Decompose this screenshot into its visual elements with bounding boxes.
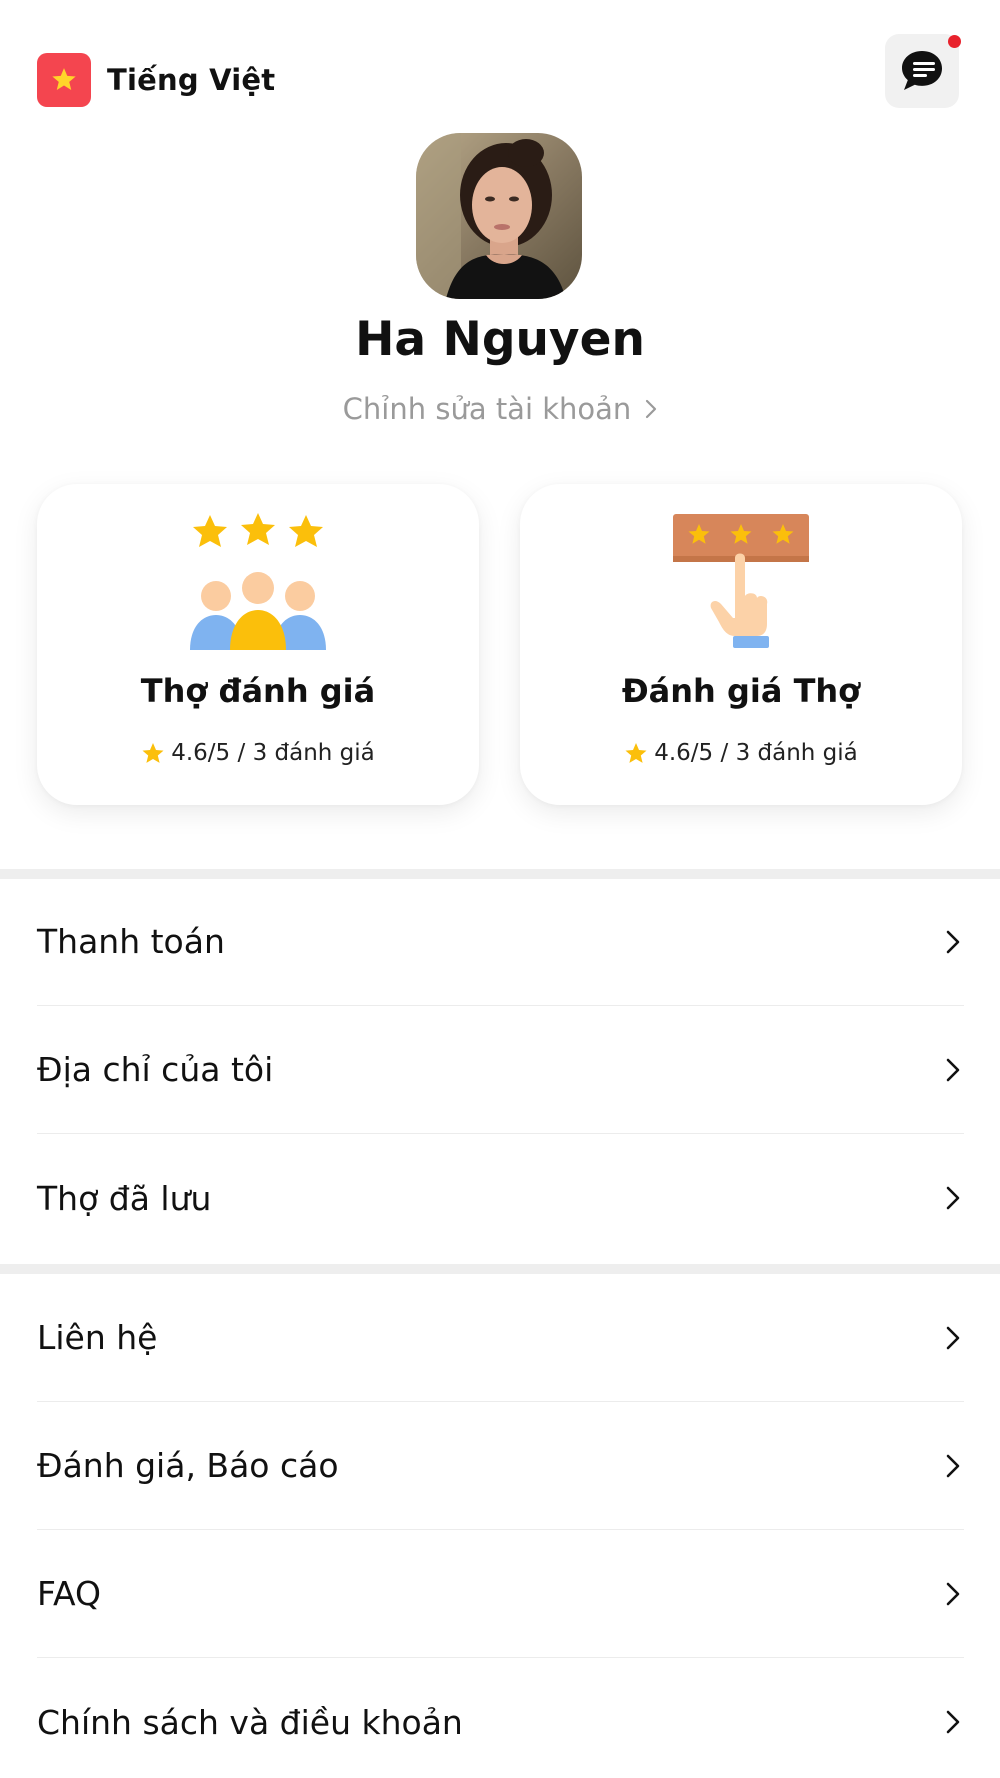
menu-item-label: Thanh toán (37, 922, 225, 961)
card-rating: 4.6/5 / 3 đánh giá (37, 740, 479, 766)
account-screen: Tiếng Việt Ha Nguyen Chỉnh sửa tài khoản… (0, 0, 1000, 1778)
language-selector[interactable]: Tiếng Việt (37, 53, 275, 107)
card-title: Thợ đánh giá (140, 672, 376, 710)
menu-item-contact[interactable]: Liên hệ (37, 1274, 964, 1402)
chevron-right-icon (946, 1326, 960, 1349)
menu-item-label: Chính sách và điều khoản (37, 1702, 463, 1742)
avatar[interactable] (416, 133, 582, 299)
card-rating-text: 4.6/5 / 3 đánh giá (171, 740, 375, 766)
edit-account-label: Chỉnh sửa tài khoản (342, 392, 632, 426)
users-rating-icon (190, 513, 326, 650)
chevron-right-icon (946, 930, 960, 953)
menu-item-label: FAQ (37, 1574, 101, 1613)
card-title: Đánh giá Thợ (621, 672, 861, 710)
menu-item-label: Liên hệ (37, 1318, 158, 1357)
chevron-right-icon (646, 399, 657, 419)
rate-worker-card[interactable]: Đánh giá Thợ 4.6/5 / 3 đánh giá (520, 484, 962, 805)
menu-item-payment[interactable]: Thanh toán (37, 878, 964, 1006)
menu-item-feedback-report[interactable]: Đánh giá, Báo cáo (37, 1402, 964, 1530)
chat-icon (902, 51, 942, 90)
chevron-right-icon (946, 1058, 960, 1081)
menu-item-label: Địa chỉ của tôi (37, 1050, 274, 1089)
notification-dot (948, 35, 961, 48)
chevron-right-icon (946, 1454, 960, 1477)
chevron-right-icon (946, 1582, 960, 1605)
section-divider (0, 1264, 1000, 1274)
card-rating: 4.6/5 / 3 đánh giá (520, 740, 962, 766)
menu-item-policy-terms[interactable]: Chính sách và điều khoản (37, 1658, 964, 1778)
star-icon (142, 743, 164, 763)
hand-rating-icon (673, 514, 809, 648)
chat-button[interactable] (885, 34, 959, 108)
edit-account-link[interactable]: Chỉnh sửa tài khoản (0, 392, 1000, 426)
chevron-right-icon (946, 1186, 960, 1210)
menu-item-faq[interactable]: FAQ (37, 1530, 964, 1658)
profile-name: Ha Nguyen (355, 312, 645, 367)
star-icon (625, 743, 647, 763)
chevron-right-icon (946, 1710, 960, 1734)
card-rating-text: 4.6/5 / 3 đánh giá (654, 740, 858, 766)
worker-reviews-card[interactable]: Thợ đánh giá 4.6/5 / 3 đánh giá (37, 484, 479, 805)
menu-item-label: Đánh giá, Báo cáo (37, 1446, 339, 1485)
vietnam-flag-icon (37, 53, 91, 107)
menu-item-my-address[interactable]: Địa chỉ của tôi (37, 1006, 964, 1134)
menu-item-label: Thợ đã lưu (37, 1178, 212, 1218)
language-label: Tiếng Việt (107, 63, 276, 97)
menu-item-saved-workers[interactable]: Thợ đã lưu (37, 1134, 964, 1262)
